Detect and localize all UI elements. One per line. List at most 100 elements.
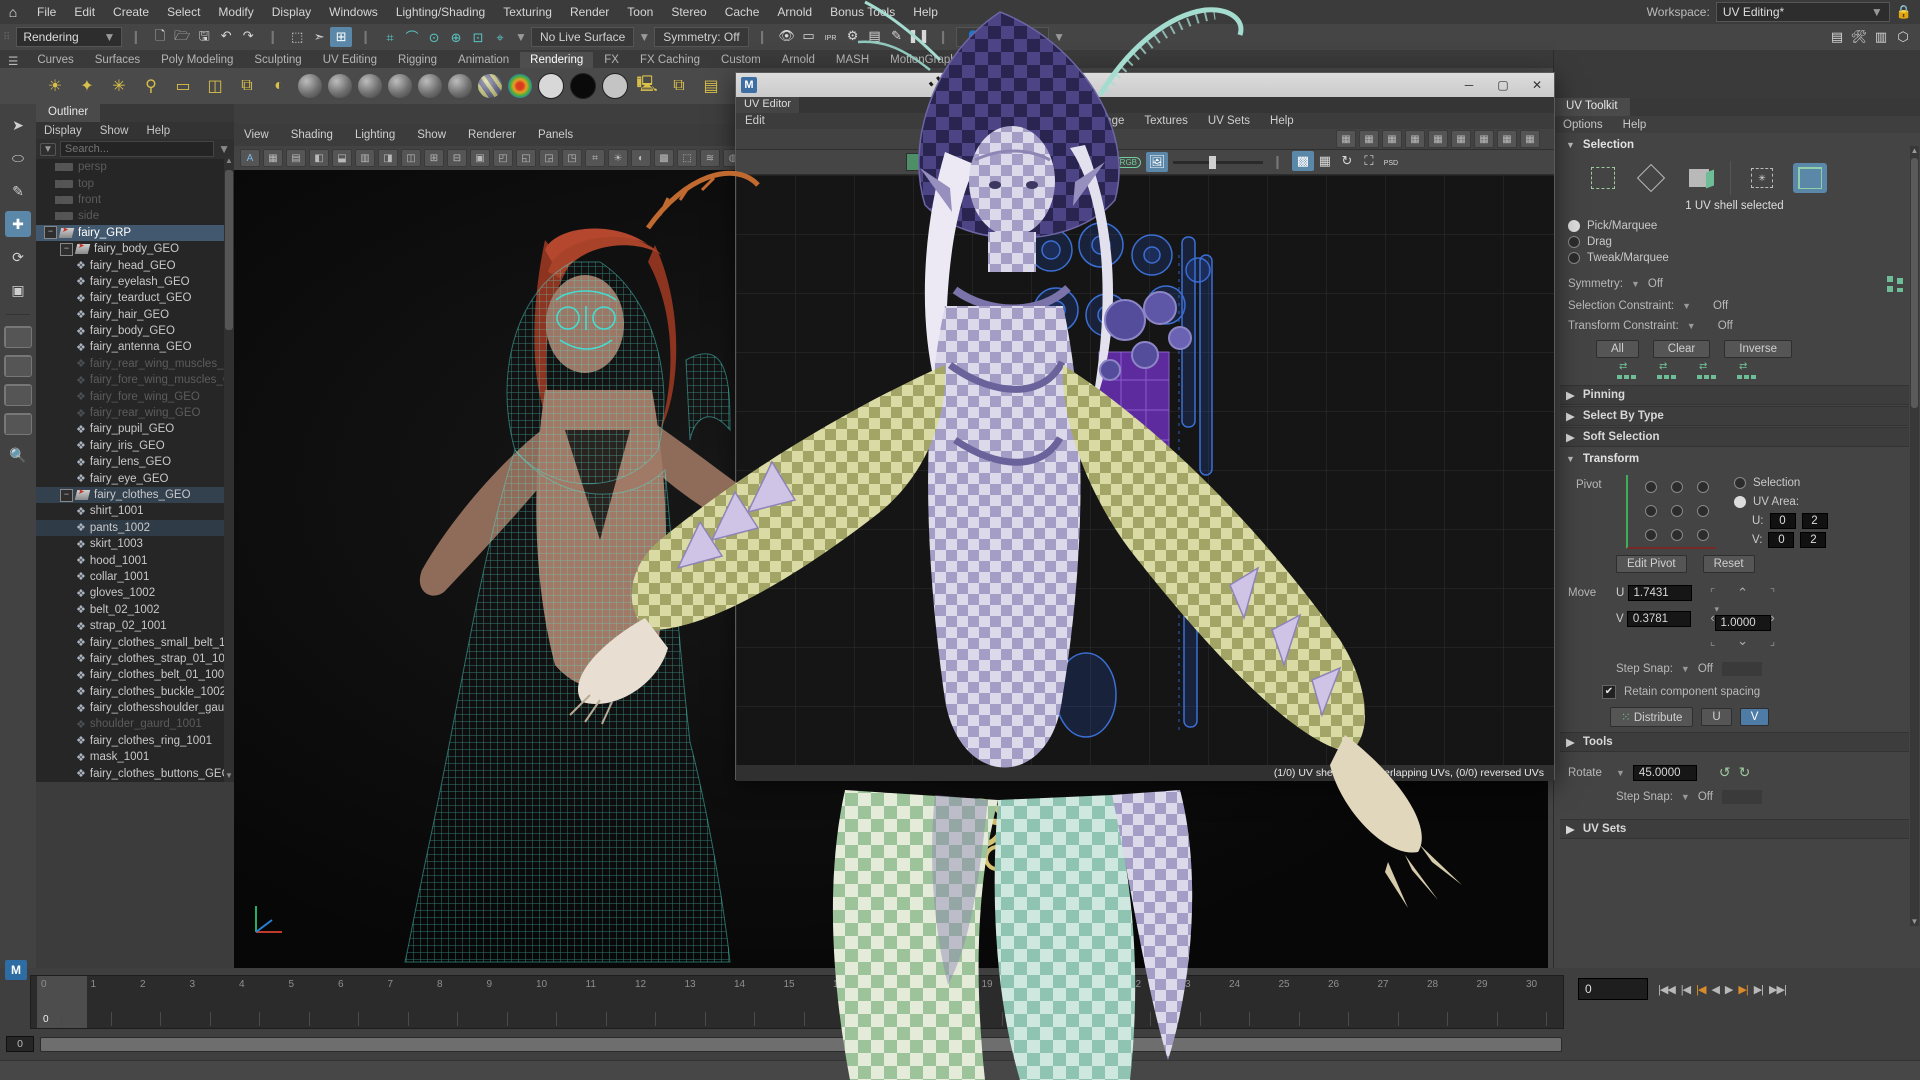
selection-mode-radio-tweak-marquee[interactable]: Tweak/Marquee bbox=[1560, 250, 1909, 266]
uv-editor-canvas[interactable] bbox=[736, 175, 1554, 765]
motion-blur-icon[interactable]: ⬚ bbox=[677, 149, 697, 167]
uv-editor-menu-help[interactable]: Help bbox=[1261, 114, 1303, 128]
shelf-tab-fx-caching[interactable]: FX Caching bbox=[630, 52, 710, 68]
pivot-position-radio[interactable] bbox=[1697, 529, 1709, 541]
scrollbar-thumb[interactable] bbox=[225, 170, 233, 330]
outliner-item-fairy_clothes_buttons_GEO[interactable]: ❖fairy_clothes_buttons_GEO bbox=[36, 765, 234, 781]
refresh-texture-icon[interactable]: ↻ bbox=[1336, 151, 1358, 171]
chevron-down-icon[interactable]: ▼ bbox=[1616, 768, 1625, 778]
uv-grid-snap-icon[interactable]: ▦ bbox=[1336, 130, 1356, 148]
spot-light-icon[interactable]: ⚲ bbox=[138, 73, 164, 99]
outliner-item-fairy_clothesshoulder_gaurd_[interactable]: ❖fairy_clothesshoulder_gaurd_ bbox=[36, 700, 234, 716]
outliner-item-skirt_1003[interactable]: ❖skirt_1003 bbox=[36, 536, 234, 552]
snap-to-grid-icon[interactable]: ⌗ bbox=[379, 28, 401, 48]
ambient-occlusion-icon[interactable]: ▩ bbox=[654, 149, 674, 167]
shelf-tab-sculpting[interactable]: Sculpting bbox=[244, 52, 311, 68]
outliner-item-shoulder_gaurd_1001[interactable]: ❖shoulder_gaurd_1001 bbox=[36, 716, 234, 732]
outliner-item-fairy_eyelash_GEO[interactable]: ❖fairy_eyelash_GEO bbox=[36, 274, 234, 290]
lambert-material-icon[interactable] bbox=[358, 74, 382, 98]
selection-constraint-value[interactable]: Off bbox=[1713, 300, 1728, 312]
outliner-scrollbar[interactable]: ▲ ▼ bbox=[224, 156, 234, 782]
edit-pivot-button[interactable]: Edit Pivot bbox=[1616, 555, 1687, 573]
outliner-item-fairy_clothes_GEO[interactable]: −fairy_clothes_GEO bbox=[36, 487, 234, 503]
menu-render[interactable]: Render bbox=[561, 2, 618, 22]
save-scene-icon[interactable]: 🖫 bbox=[193, 28, 215, 48]
uv-toolkit-menu-help[interactable]: Help bbox=[1614, 118, 1656, 132]
render-view-shelf-icon[interactable]: 🖳 bbox=[634, 73, 660, 99]
home-icon[interactable]: ⌂ bbox=[0, 4, 26, 20]
area-light-icon[interactable]: ▭ bbox=[170, 73, 196, 99]
chevron-down-icon[interactable]: ▼ bbox=[515, 30, 527, 44]
uv-toolkit-tab[interactable]: UV Toolkit bbox=[1554, 98, 1630, 116]
expander-icon[interactable]: − bbox=[60, 243, 73, 256]
transform-section-header[interactable]: ▼ Transform bbox=[1560, 447, 1909, 469]
rotate-ccw-icon[interactable]: ↺ bbox=[1705, 764, 1731, 781]
chevron-down-icon[interactable]: ▼ bbox=[956, 157, 965, 167]
persp-uv-editor-layout-icon[interactable] bbox=[4, 413, 32, 435]
menu-stereo[interactable]: Stereo bbox=[662, 2, 715, 22]
phonge-material-icon[interactable] bbox=[418, 74, 442, 98]
outliner-item-fairy_GRP[interactable]: −fairy_GRP bbox=[36, 225, 234, 241]
snap-together-icon[interactable] bbox=[1616, 366, 1638, 380]
uv-sets-section-header[interactable]: ▶ UV Sets bbox=[1560, 819, 1909, 839]
shelf-tab-poly-modeling[interactable]: Poly Modeling bbox=[151, 52, 243, 68]
chevron-down-icon[interactable]: ▼ bbox=[1687, 321, 1696, 331]
lasso-select-tool-icon[interactable]: ⬭ bbox=[5, 145, 31, 171]
select-camera-icon[interactable]: A bbox=[240, 149, 260, 167]
light-editor-icon[interactable]: ▤ bbox=[698, 73, 724, 99]
make-live-icon[interactable]: ⌖ bbox=[489, 28, 511, 48]
menu-cache[interactable]: Cache bbox=[716, 2, 769, 22]
outliner-item-fairy_fore_wing_muscles_GEO[interactable]: ❖fairy_fore_wing_muscles_GEO bbox=[36, 372, 234, 388]
pause-icon[interactable]: ❚❚ bbox=[908, 26, 930, 46]
outliner-menu-help[interactable]: Help bbox=[139, 124, 179, 138]
uv-editor-menu-textures[interactable]: Textures bbox=[1135, 114, 1196, 128]
select-uv-icon[interactable]: ✳ bbox=[1745, 163, 1779, 193]
frame-all-icon[interactable]: ▦ bbox=[1497, 130, 1517, 148]
undo-icon[interactable]: ↶ bbox=[215, 26, 237, 46]
shelf-menu-icon[interactable]: ☰ bbox=[0, 54, 26, 68]
outliner-item-gloves_1002[interactable]: ❖gloves_1002 bbox=[36, 585, 234, 601]
chevron-down-icon[interactable]: ▼ bbox=[1681, 792, 1690, 802]
film-gate-icon[interactable]: ◫ bbox=[401, 149, 421, 167]
channel-box-toggle-icon[interactable]: ▥ bbox=[1870, 27, 1892, 47]
outliner-item-fairy_clothes_belt_01_1002[interactable]: ❖fairy_clothes_belt_01_1002 bbox=[36, 667, 234, 683]
select-by-hierarchy-icon[interactable]: ⬚ bbox=[286, 27, 308, 47]
single-pane-layout-icon[interactable] bbox=[4, 326, 32, 348]
chevron-down-icon[interactable]: ▾ bbox=[1715, 604, 1720, 614]
menu-file[interactable]: File bbox=[28, 2, 65, 22]
shelf-tab-rigging[interactable]: Rigging bbox=[388, 52, 447, 68]
select-edge-icon[interactable] bbox=[1634, 163, 1668, 193]
soft-selection-section-header[interactable]: ▶Soft Selection bbox=[1560, 427, 1909, 447]
chevron-down-icon[interactable]: ▼ bbox=[1631, 279, 1640, 289]
outliner-item-persp[interactable]: persp bbox=[36, 159, 234, 175]
outliner-item-fairy_head_GEO[interactable]: ❖fairy_head_GEO bbox=[36, 257, 234, 273]
close-button[interactable]: ✕ bbox=[1520, 73, 1554, 97]
step-snap-size-field[interactable] bbox=[1721, 661, 1763, 677]
workspace-dropdown[interactable]: UV Editing*▼ bbox=[1716, 2, 1890, 22]
viewport-menu-lighting[interactable]: Lighting bbox=[345, 127, 405, 143]
shelf-tab-rendering[interactable]: Rendering bbox=[520, 52, 593, 68]
pivot-uv-area-radio[interactable]: UV Area: bbox=[1726, 494, 1828, 510]
shaded-icon[interactable]: ◳ bbox=[562, 149, 582, 167]
uv-borders-icon[interactable]: ▦ bbox=[1405, 130, 1425, 148]
checker-display-icon[interactable]: ▦ bbox=[1451, 130, 1471, 148]
shelf-tab-mash[interactable]: MASH bbox=[826, 52, 879, 68]
hypershade-icon[interactable]: ⧉ bbox=[666, 73, 692, 99]
rgb-channels-icon[interactable]: RGB bbox=[1116, 157, 1141, 168]
menu-display[interactable]: Display bbox=[263, 2, 320, 22]
uv-editor-menu-edit[interactable]: Edit bbox=[736, 114, 774, 128]
menu-modify[interactable]: Modify bbox=[209, 2, 262, 22]
flat-gray-material-icon[interactable] bbox=[602, 73, 628, 99]
corner-icon[interactable]: ⌝ bbox=[1770, 586, 1775, 600]
modeling-toolkit-toggle-icon[interactable]: ⬡ bbox=[1892, 27, 1914, 47]
outliner-item-belt_02_1002[interactable]: ❖belt_02_1002 bbox=[36, 602, 234, 618]
camera-attributes-icon[interactable]: ▤ bbox=[286, 149, 306, 167]
divider[interactable]: ❙ bbox=[356, 29, 375, 45]
outliner-item-fairy_lens_GEO[interactable]: ❖fairy_lens_GEO bbox=[36, 454, 234, 470]
rotate-step-size-field[interactable] bbox=[1721, 789, 1763, 805]
menu-select[interactable]: Select bbox=[158, 2, 209, 22]
select-by-object-icon[interactable]: ➣ bbox=[308, 27, 330, 47]
outliner-item-hood_1001[interactable]: ❖hood_1001 bbox=[36, 552, 234, 568]
move-tool-icon[interactable]: ✚ bbox=[5, 211, 31, 237]
maya-logo-icon[interactable]: M bbox=[5, 960, 27, 980]
